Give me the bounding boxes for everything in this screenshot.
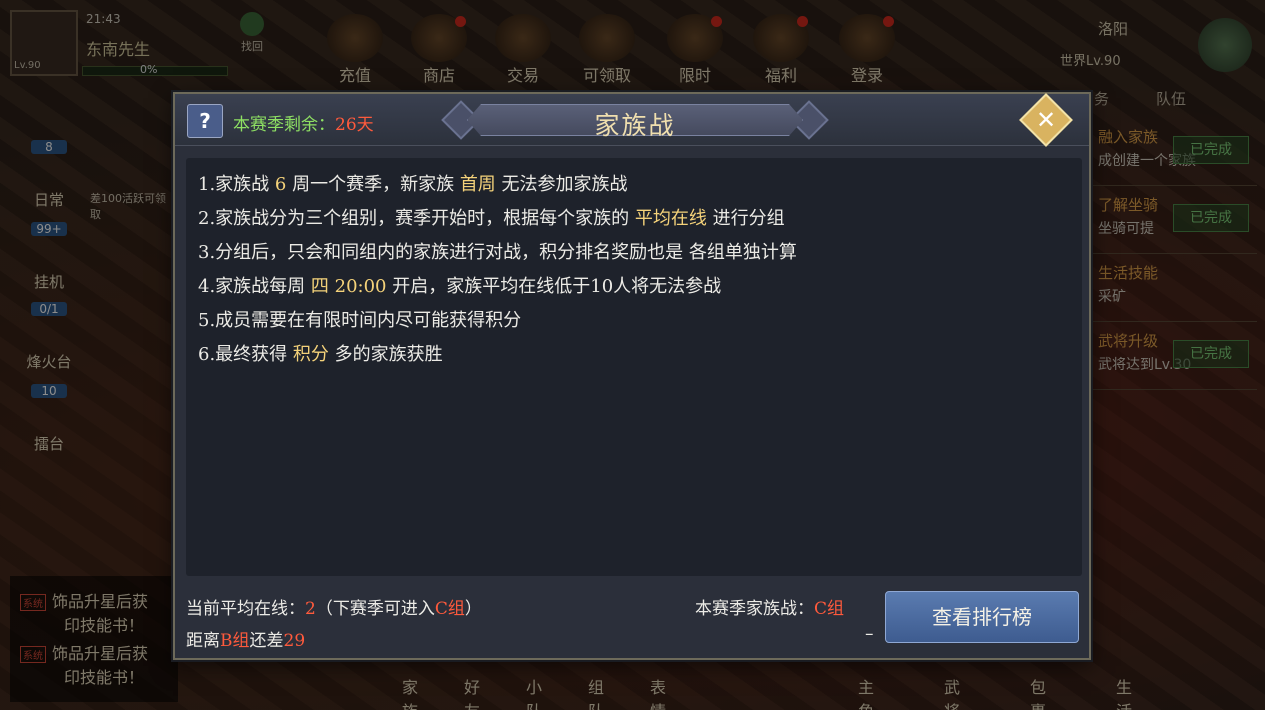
rule-line-5: 5.成员需要在有限时间内尽可能获得积分	[198, 306, 521, 332]
rule-text: 4.家族战每周	[198, 276, 311, 297]
rule-text: 3.分组后，只会和同组内的家族进行对战，积分排名奖励也是 各组单独计算	[198, 242, 797, 263]
avg-online-value: 2	[305, 599, 316, 619]
rule-line-6: 6.最终获得 积分 多的家族获胜	[198, 340, 443, 366]
next-season-prefix: （下赛季可进入	[315, 599, 435, 619]
title-plate: 家族战	[441, 100, 829, 140]
rule-text: 6.最终获得	[198, 344, 293, 365]
next-season-group: C组	[434, 599, 465, 619]
rule-text: 5.成员需要在有限时间内尽可能获得积分	[198, 310, 522, 331]
rule-highlight: 平均在线	[634, 208, 707, 229]
distance-group: B组	[220, 631, 250, 651]
close-button[interactable]: ✕	[1019, 93, 1073, 147]
rules-panel: 1.家族战 6 周一个赛季，新家族 首周 无法参加家族战 2.家族战分为三个组别…	[186, 158, 1082, 576]
rule-text: 1.家族战	[198, 174, 275, 195]
avg-online-label: 当前平均在线：	[186, 599, 305, 619]
current-group-value: C组	[814, 599, 845, 619]
rule-text: 无法参加家族战	[495, 174, 628, 195]
next-season-suffix: ）	[464, 599, 482, 619]
close-icon: ✕	[1035, 106, 1057, 134]
family-war-dialog: ? 本赛季剩余：26天 家族战 ✕ 1.家族战 6 周一个赛季，新家族 首周 无…	[173, 92, 1091, 660]
rule-highlight: 6	[274, 174, 287, 195]
season-remaining-label: 本赛季剩余：	[233, 115, 335, 135]
average-online-info: 当前平均在线：2（下赛季可进入C组）	[186, 594, 482, 619]
distance-mid: 还差	[249, 631, 284, 651]
rule-line-1: 1.家族战 6 周一个赛季，新家族 首周 无法参加家族战	[198, 170, 628, 196]
rule-text: 进行分组	[706, 208, 785, 229]
rule-highlight: 首周	[459, 174, 496, 195]
help-button[interactable]: ?	[187, 104, 223, 138]
group-gap-info: 距离B组还差29	[186, 626, 305, 651]
rule-text: 开启，家族平均在线低于10人将无法参战	[386, 276, 722, 297]
rule-line-4: 4.家族战每周 四 20:00 开启，家族平均在线低于10人将无法参战	[198, 272, 721, 298]
season-remaining: 本赛季剩余：26天	[233, 110, 374, 135]
rule-text: 周一个赛季，新家族	[286, 174, 460, 195]
view-leaderboard-button[interactable]: 查看排行榜	[885, 591, 1079, 643]
rule-line-3: 3.分组后，只会和同组内的家族进行对战，积分排名奖励也是 各组单独计算	[198, 238, 797, 264]
current-group-label: 本赛季家族战：	[695, 599, 814, 619]
rule-text: 多的家族获胜	[328, 344, 443, 365]
distance-value: 29	[283, 631, 306, 651]
distance-prefix: 距离	[186, 631, 220, 651]
season-remaining-days: 26天	[335, 115, 374, 135]
rule-highlight: 积分	[292, 344, 329, 365]
rule-text: 2.家族战分为三个组别，赛季开始时，根据每个家族的	[198, 208, 635, 229]
current-group-info: 本赛季家族战：C组	[695, 594, 844, 619]
rule-highlight: 四 20:00	[310, 276, 387, 297]
dialog-title: 家族战	[594, 111, 676, 140]
rule-line-2: 2.家族战分为三个组别，赛季开始时，根据每个家族的 平均在线 进行分组	[198, 204, 785, 230]
dialog-header: ? 本赛季剩余：26天 家族战 ✕	[175, 93, 1089, 147]
dash-mark: –	[865, 624, 874, 644]
